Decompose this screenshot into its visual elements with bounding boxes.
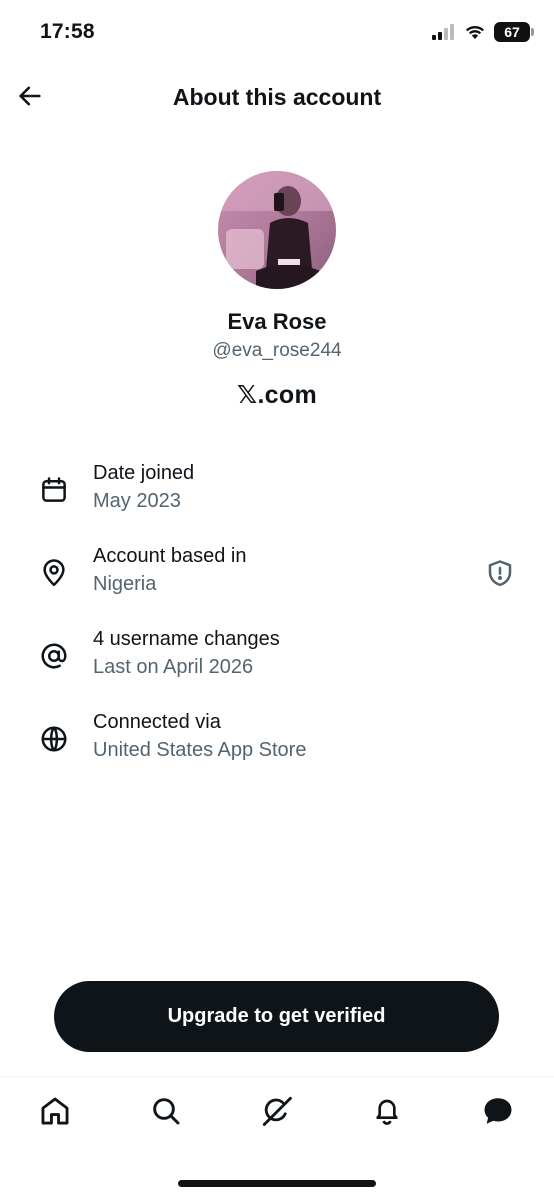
signal-icon xyxy=(432,24,454,40)
header: About this account xyxy=(0,66,554,130)
status-icons: 67 xyxy=(432,22,534,42)
at-sign-icon xyxy=(38,640,70,672)
info-value: Last on April 2026 xyxy=(93,656,254,678)
battery-icon: 67 xyxy=(494,22,534,42)
status-bar: 17:58 67 xyxy=(0,0,554,66)
info-username-changes: 4 username changes Last on April 2026 xyxy=(0,626,554,688)
globe-icon xyxy=(38,723,70,755)
info-title: Account based in xyxy=(93,545,247,567)
nav-grok[interactable] xyxy=(257,1091,297,1131)
home-icon xyxy=(41,1097,69,1125)
search-icon xyxy=(153,1098,180,1125)
page-title: About this account xyxy=(172,84,382,110)
info-value: May 2023 xyxy=(93,490,181,512)
location-info-button[interactable] xyxy=(484,557,516,589)
notifications-icon xyxy=(376,1099,398,1125)
status-time: 17:58 xyxy=(40,20,95,43)
nav-messages[interactable] xyxy=(478,1091,518,1131)
avatar[interactable] xyxy=(218,171,336,289)
upgrade-verified-button[interactable]: Upgrade to get verified xyxy=(54,981,499,1052)
info-date-joined: Date joined May 2023 xyxy=(0,460,554,522)
location-pin-icon xyxy=(38,557,70,589)
info-value: United States App Store xyxy=(93,739,307,761)
info-title: 4 username changes xyxy=(93,628,280,650)
nav-notifications[interactable] xyxy=(367,1091,407,1131)
nav-search[interactable] xyxy=(146,1091,186,1131)
grok-icon xyxy=(262,1096,292,1126)
battery-level: 67 xyxy=(504,24,520,40)
username-handle: @eva_rose244 xyxy=(212,340,342,361)
display-name: Eva Rose xyxy=(227,309,327,334)
info-account-based-in: Account based in Nigeria xyxy=(0,543,554,605)
home-indicator xyxy=(178,1180,376,1187)
info-connected-via: Connected via United States App Store xyxy=(0,709,554,771)
shield-exclamation-icon xyxy=(488,560,512,587)
info-value: Nigeria xyxy=(93,573,157,595)
wifi-icon xyxy=(466,25,484,39)
site-label: 𝕏.com xyxy=(237,381,317,409)
nav-home[interactable] xyxy=(35,1091,75,1131)
info-title: Date joined xyxy=(93,462,195,484)
info-title: Connected via xyxy=(93,711,221,733)
messages-icon xyxy=(484,1098,512,1124)
calendar-icon xyxy=(38,474,70,506)
